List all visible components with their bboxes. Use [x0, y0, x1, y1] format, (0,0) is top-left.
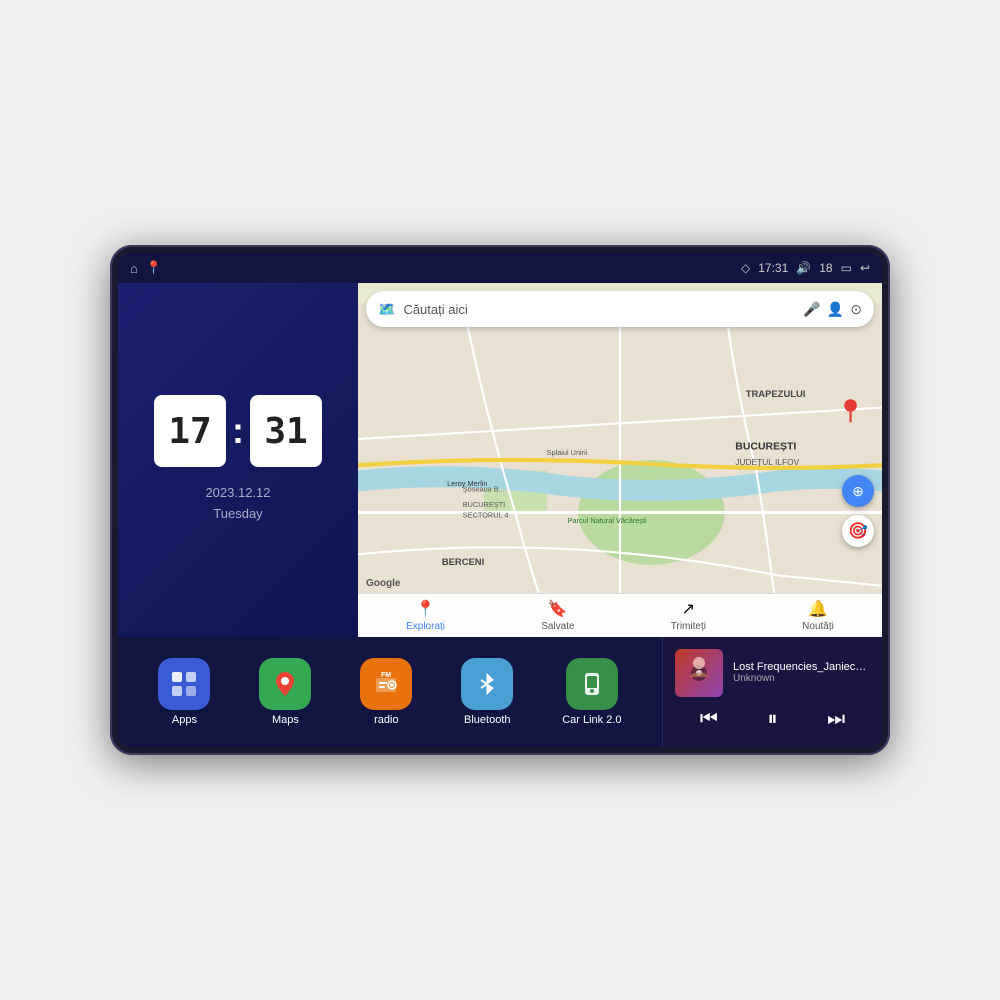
app-icon-bluetooth[interactable]: Bluetooth: [461, 658, 513, 726]
map-search-text[interactable]: Căutați aici: [403, 302, 795, 317]
clock-panel: 17 : 31 2023.12.12 Tuesday: [118, 283, 358, 637]
next-button[interactable]: ⏭: [819, 704, 853, 735]
svg-text:JUDEȚUL ILFOV: JUDEȚUL ILFOV: [735, 457, 799, 467]
bluetooth-icon: [461, 658, 513, 710]
clock-display: 17 : 31: [154, 395, 322, 467]
home-icon[interactable]: ⌂: [130, 261, 138, 276]
radio-label: radio: [374, 714, 398, 726]
saved-icon: 🔖: [548, 599, 568, 619]
map-location-button[interactable]: 🎯: [842, 515, 874, 547]
volume-icon: 🔊: [796, 261, 811, 275]
svg-text:SECTORUL 4: SECTORUL 4: [463, 511, 509, 520]
google-logo: Google: [366, 578, 400, 589]
apps-panel: Apps Maps: [118, 637, 662, 747]
volume-level: 18: [819, 261, 832, 275]
app-icon-maps[interactable]: Maps: [259, 658, 311, 726]
app-icon-radio[interactable]: FM radio: [360, 658, 412, 726]
saved-label: Salvate: [541, 621, 574, 632]
voice-search-icon[interactable]: 🎤: [803, 301, 820, 318]
maps-icon[interactable]: 📍: [146, 260, 162, 276]
svg-text:Parcul Natural Văcărești: Parcul Natural Văcărești: [568, 516, 647, 525]
map-search-bar[interactable]: 🗺️ Căutați aici 🎤 👤 ⊙: [366, 291, 874, 327]
bluetooth-label: Bluetooth: [464, 714, 510, 726]
map-panel: TRAPEZULUI BUCUREȘTI JUDEȚUL ILFOV BERCE…: [358, 283, 882, 637]
app-icon-carlink[interactable]: Car Link 2.0: [562, 658, 621, 726]
status-right-info: ◇ 17:31 🔊 18 ▭ ↩: [741, 261, 870, 275]
music-title: Lost Frequencies_Janieck Devy-...: [733, 661, 870, 673]
music-artist: Unknown: [733, 673, 870, 684]
map-nav-bar: 📍 Explorați 🔖 Salvate ↗ Trimiteți 🔔: [358, 593, 882, 637]
svg-text:BERCENI: BERCENI: [442, 556, 484, 567]
svg-text:TRAPEZULUI: TRAPEZULUI: [746, 388, 806, 399]
app-icon-apps[interactable]: Apps: [158, 658, 210, 726]
map-nav-send[interactable]: ↗ Trimiteți: [671, 599, 706, 632]
album-art: [675, 649, 723, 697]
battery-icon: ▭: [841, 261, 852, 275]
carlink-label: Car Link 2.0: [562, 714, 621, 726]
main-content: 17 : 31 2023.12.12 Tuesday: [118, 283, 882, 747]
map-nav-news[interactable]: 🔔 Noutăți: [802, 599, 834, 632]
clock-date: 2023.12.12 Tuesday: [205, 483, 270, 525]
map-nav-explore[interactable]: 📍 Explorați: [406, 599, 445, 632]
music-controls: ⏮ ⏸ ⏭: [675, 704, 870, 735]
explore-icon: 📍: [416, 599, 436, 619]
device-screen: ⌂ 📍 ◇ 17:31 🔊 18 ▭ ↩ 17 :: [118, 253, 882, 747]
svg-text:Leroy Merlin: Leroy Merlin: [447, 479, 487, 488]
apps-label: Apps: [172, 714, 197, 726]
svg-text:BUCUREȘTI: BUCUREȘTI: [463, 500, 505, 509]
svg-text:BUCUREȘTI: BUCUREȘTI: [735, 442, 796, 453]
top-section: 17 : 31 2023.12.12 Tuesday: [118, 283, 882, 637]
send-label: Trimiteți: [671, 621, 706, 632]
layers-icon[interactable]: ⊙: [850, 301, 862, 318]
news-icon: 🔔: [808, 599, 828, 619]
music-panel: Lost Frequencies_Janieck Devy-... Unknow…: [662, 637, 882, 747]
news-label: Noutăți: [802, 621, 834, 632]
back-button[interactable]: ↩: [860, 261, 870, 275]
map-nav-saved[interactable]: 🔖 Salvate: [541, 599, 574, 632]
status-time: 17:31: [758, 261, 788, 275]
maps-label: Maps: [272, 714, 299, 726]
status-left-icons: ⌂ 📍: [130, 260, 162, 276]
maps-app-icon: [259, 658, 311, 710]
radio-icon: FM: [360, 658, 412, 710]
profile-icon[interactable]: 👤: [827, 301, 844, 318]
send-icon: ↗: [682, 599, 695, 619]
maps-logo-icon: 🗺️: [378, 301, 395, 318]
map-compass-button[interactable]: ⊕: [842, 475, 874, 507]
explore-label: Explorați: [406, 621, 445, 632]
music-info: Lost Frequencies_Janieck Devy-... Unknow…: [675, 649, 870, 697]
prev-button[interactable]: ⏮: [692, 704, 726, 735]
clock-minute: 31: [250, 395, 322, 467]
status-bar: ⌂ 📍 ◇ 17:31 🔊 18 ▭ ↩: [118, 253, 882, 283]
device-body: ⌂ 📍 ◇ 17:31 🔊 18 ▭ ↩ 17 :: [110, 245, 890, 755]
svg-text:Splaiul Unirii: Splaiul Unirii: [547, 448, 588, 457]
clock-separator: :: [232, 413, 244, 449]
carlink-icon: [566, 658, 618, 710]
map-svg: TRAPEZULUI BUCUREȘTI JUDEȚUL ILFOV BERCE…: [358, 283, 882, 637]
bottom-section: Apps Maps: [118, 637, 882, 747]
play-pause-button[interactable]: ⏸: [759, 704, 785, 735]
signal-icon: ◇: [741, 261, 750, 275]
svg-text:FM: FM: [381, 672, 391, 679]
clock-hour: 17: [154, 395, 226, 467]
apps-icon: [158, 658, 210, 710]
music-details: Lost Frequencies_Janieck Devy-... Unknow…: [733, 661, 870, 684]
map-search-actions: 🎤 👤 ⊙: [803, 301, 862, 318]
